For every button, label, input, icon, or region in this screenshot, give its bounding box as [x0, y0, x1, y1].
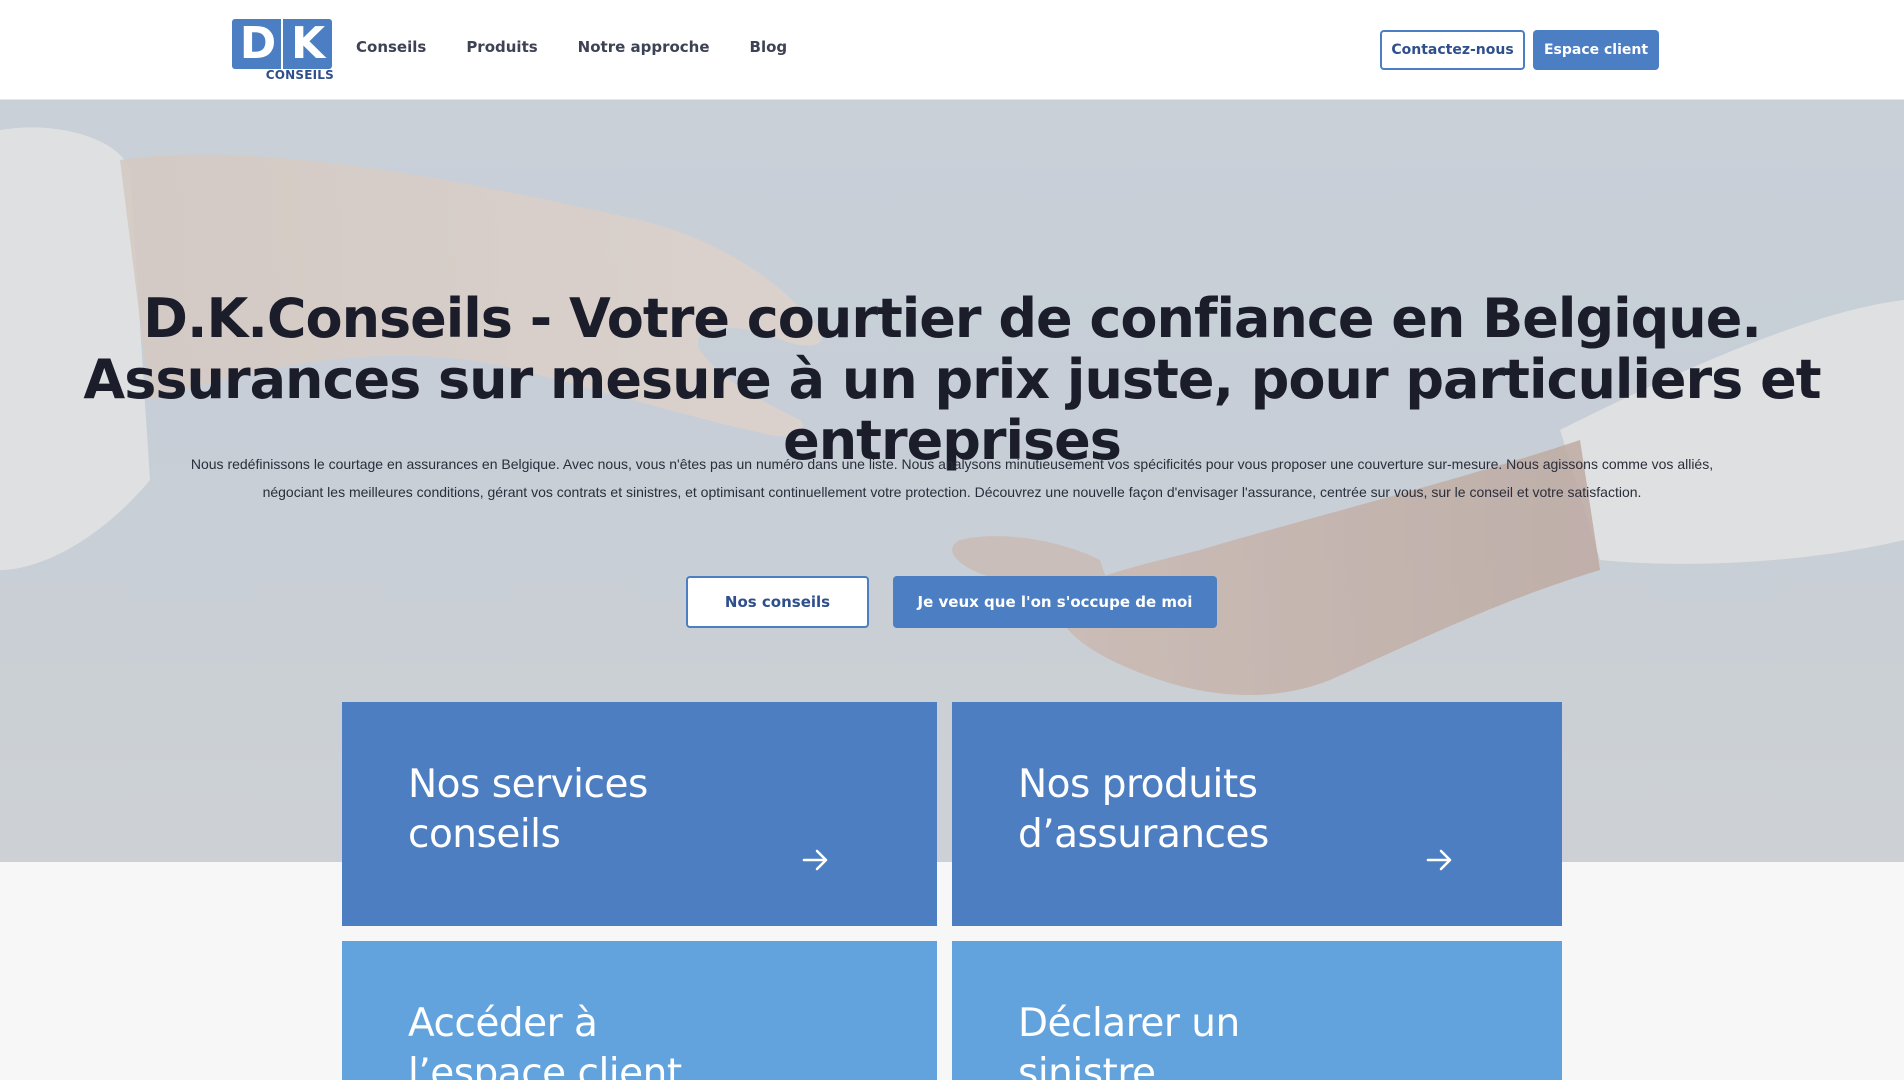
dk-conseils-logo[interactable]: D K CONSEILS — [232, 18, 334, 82]
nav-item-notre-approche[interactable]: Notre approche — [578, 38, 710, 56]
logo-letter-k: K — [290, 18, 326, 69]
card-services-conseils[interactable]: Nos services conseils — [342, 702, 937, 926]
card-declarer-sinistre[interactable]: Déclarer un sinistre — [952, 941, 1562, 1080]
card-produits-assurances[interactable]: Nos produits d’assurances — [952, 702, 1562, 926]
card-title: Nos services conseils — [408, 762, 648, 857]
card-title: Nos produits d’assurances — [1018, 762, 1269, 857]
nos-conseils-button[interactable]: Nos conseils — [686, 576, 869, 628]
site-header: D K CONSEILS Conseils Produits Notre app… — [0, 0, 1904, 100]
logo-letter-d: D — [239, 18, 277, 69]
nav-item-conseils[interactable]: Conseils — [356, 38, 426, 56]
hero-description: Nous redéfinissons le courtage en assura… — [190, 456, 1714, 500]
arrow-right-icon — [802, 849, 828, 871]
nav-item-produits[interactable]: Produits — [466, 38, 537, 56]
card-espace-client[interactable]: Accéder à l’espace client — [342, 941, 937, 1080]
contact-button[interactable]: Contactez-nous — [1380, 30, 1525, 70]
je-veux-que-lon-soccupe-de-moi-button[interactable]: Je veux que l'on s'occupe de moi — [893, 576, 1217, 628]
card-title: Déclarer un sinistre — [1018, 1001, 1240, 1080]
card-title: Accéder à l’espace client — [408, 1001, 682, 1080]
hero-title: D.K.Conseils - Votre courtier de confian… — [83, 287, 1821, 472]
logo-subtitle: CONSEILS — [265, 68, 334, 82]
arrow-right-icon — [1426, 849, 1452, 871]
main-nav: Conseils Produits Notre approche Blog — [356, 38, 787, 56]
nav-item-blog[interactable]: Blog — [750, 38, 788, 56]
espace-client-button[interactable]: Espace client — [1533, 30, 1659, 70]
logo-divider — [281, 19, 283, 69]
